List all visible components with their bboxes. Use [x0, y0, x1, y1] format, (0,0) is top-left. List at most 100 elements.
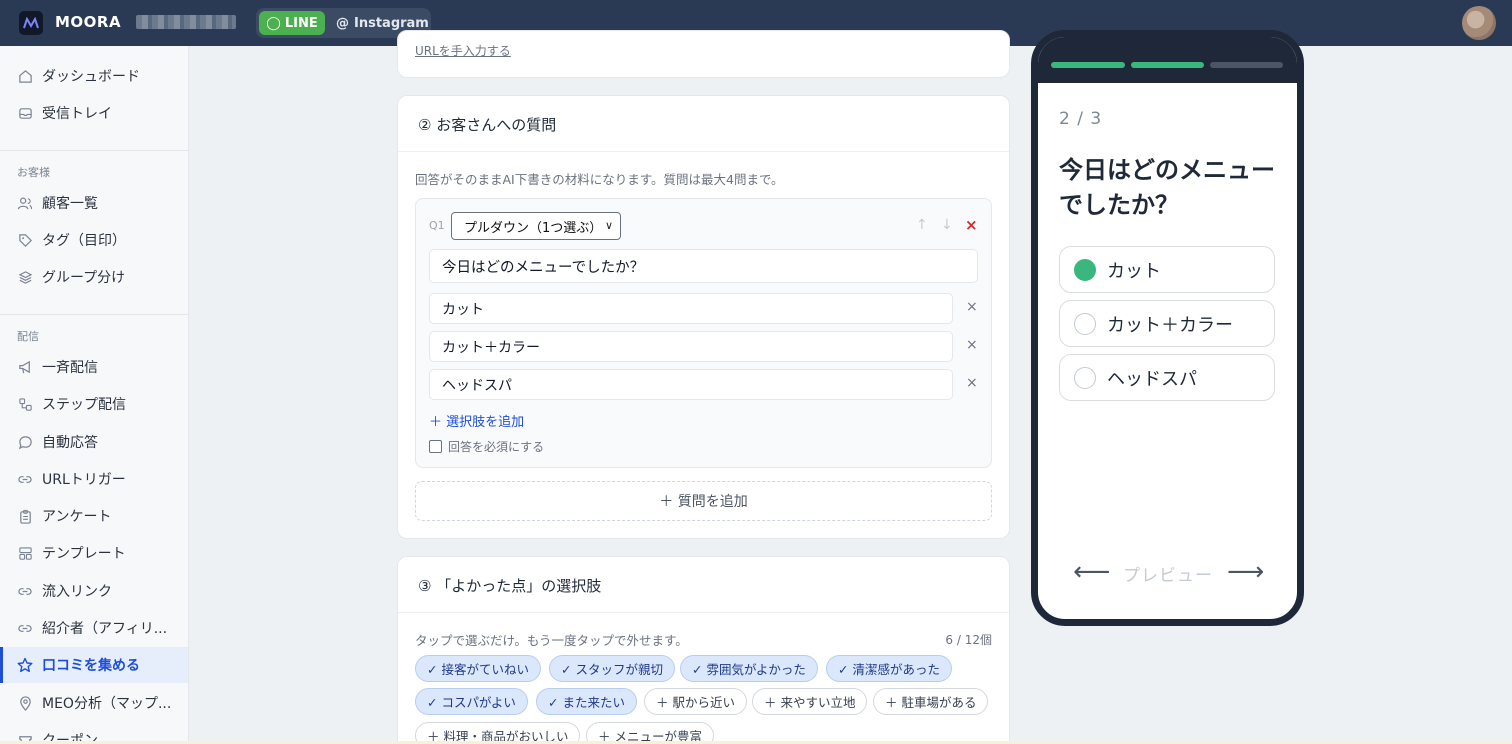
sidebar-item-label: 自動応答 [42, 435, 98, 451]
option-input[interactable]: カット [429, 293, 953, 324]
question-type-value: プルダウン（1つ選ぶ） [464, 220, 603, 236]
preview-option[interactable]: カット＋カラー [1059, 300, 1275, 347]
sidebar-item-label: 流入リンク [42, 584, 112, 600]
remove-option-icon[interactable]: × [966, 375, 978, 391]
chat-bubble-icon: ◯ [266, 15, 281, 31]
radio-empty-icon [1074, 312, 1096, 335]
required-checkbox[interactable] [429, 440, 442, 453]
good-point-chip[interactable]: ＋ 駐車場がある [873, 688, 989, 715]
sidebar-item-step-delivery[interactable]: ステップ配信 [0, 386, 188, 422]
users-icon [17, 195, 33, 211]
good-point-chip[interactable]: ✓ 清潔感があった [826, 655, 952, 682]
phone-preview: 2 / 3 今日はどのメニューでしたか？ カット カット＋カラー ヘッドスパ ⟵… [1031, 30, 1304, 626]
section-label-delivery: 配信 [17, 330, 39, 343]
tag-icon [17, 232, 33, 248]
preview-question: 今日はどのメニューでしたか？ [1059, 156, 1275, 219]
sidebar-item-auto-reply[interactable]: 自動応答 [0, 424, 188, 460]
sidebar-item-label: 紹介者（アフィリ... [42, 621, 168, 637]
radio-selected-icon [1074, 258, 1096, 281]
sidebar-item-template[interactable]: テンプレート [0, 535, 188, 571]
questions-hint: 回答がそのままAI下書きの材料になります。質問は最大4問まで。 [415, 172, 784, 187]
preview-label: プレビュー [1123, 566, 1213, 586]
preview-option-label: ヘッドスパ [1107, 368, 1197, 390]
sidebar-item-label: MEO分析（マップ... [42, 696, 172, 712]
sidebar-item-label: 顧客一覧 [42, 196, 98, 212]
sidebar-item-inflow-link[interactable]: 流入リンク [0, 573, 188, 609]
delete-question-icon[interactable]: × [965, 216, 978, 234]
sidebar-item-reviews[interactable]: 口コミを集める [0, 647, 188, 683]
sidebar-item-dashboard[interactable]: ダッシュボード [0, 58, 188, 94]
at-icon: @ [336, 15, 349, 31]
channel-line-button[interactable]: ◯ LINE [259, 11, 325, 35]
star-icon [17, 657, 33, 673]
sidebar-item-url-trigger[interactable]: URLトリガー [0, 461, 188, 497]
chevron-down-icon: ∨ [604, 219, 613, 232]
sidebar-item-customer-list[interactable]: 顧客一覧 [0, 185, 188, 221]
sidebar-item-groups[interactable]: グループ分け [0, 259, 188, 295]
option-input[interactable]: カット＋カラー [429, 331, 953, 362]
add-option-link[interactable]: ＋ 選択肢を追加 [429, 411, 524, 430]
card-divider [398, 151, 1009, 152]
sidebar: ダッシュボード 受信トレイ お客様 顧客一覧 タグ（目印） グループ分け 配信 … [0, 46, 189, 744]
add-question-button[interactable]: ＋ 質問を追加 [415, 481, 992, 521]
megaphone-icon [17, 359, 33, 375]
arrow-right-icon[interactable]: ⟶ [1227, 557, 1264, 587]
arrow-left-icon[interactable]: ⟵ [1073, 557, 1110, 587]
url-card: URLを手入力する [397, 30, 1010, 78]
progress-step-done [1131, 62, 1204, 68]
channel-instagram-label: Instagram [354, 15, 429, 31]
good-point-chip[interactable]: ＋ 駅から近い [644, 688, 747, 715]
option-input[interactable]: ヘッドスパ [429, 369, 953, 400]
home-icon [17, 68, 33, 84]
sidebar-item-affiliate[interactable]: 紹介者（アフィリ... [0, 610, 188, 646]
phone-status-area [1038, 37, 1297, 83]
pin-icon [17, 695, 33, 711]
good-point-chip[interactable]: ✓ 雰囲気がよかった [680, 655, 818, 682]
card-divider [398, 612, 1009, 613]
sidebar-item-label: 口コミを集める [42, 658, 140, 674]
link-icon [17, 471, 33, 487]
sidebar-item-broadcast[interactable]: 一斉配信 [0, 349, 188, 385]
sidebar-divider [0, 150, 188, 151]
good-point-chip[interactable]: ＋ 来やすい立地 [752, 688, 868, 715]
layers-icon [17, 269, 33, 285]
channel-line-label: LINE [284, 15, 318, 31]
good-point-chip[interactable]: ✓ スタッフが親切 [549, 655, 675, 682]
sidebar-item-survey[interactable]: アンケート [0, 498, 188, 534]
sidebar-item-tags[interactable]: タグ（目印） [0, 222, 188, 258]
steps-icon [17, 396, 33, 412]
manual-url-link[interactable]: URLを手入力する [415, 42, 511, 59]
sidebar-item-label: ステップ配信 [42, 397, 126, 413]
sidebar-item-label: URLトリガー [42, 472, 126, 488]
good-points-title: ③ 「よかった点」の選択肢 [418, 577, 602, 595]
good-point-chip[interactable]: ✓ コスパがよい [415, 688, 528, 715]
user-avatar[interactable] [1462, 6, 1496, 40]
question-type-select[interactable]: プルダウン（1つ選ぶ） ∨ [451, 212, 621, 240]
preview-option[interactable]: カット [1059, 246, 1275, 293]
clipboard-icon [17, 508, 33, 524]
sidebar-item-label: アンケート [42, 509, 112, 525]
preview-option-label: カット [1107, 260, 1161, 282]
sidebar-item-label: 一斉配信 [42, 360, 98, 376]
move-up-icon[interactable]: ↑ [916, 217, 928, 233]
question-number: Q1 [429, 219, 445, 232]
good-points-hint: タップで選ぶだけ。もう一度タップで外せます。 [415, 633, 688, 648]
logo-icon [23, 17, 39, 29]
sidebar-divider [0, 314, 188, 315]
chat-icon [17, 434, 33, 450]
required-toggle[interactable]: 回答を必須にする [429, 438, 544, 455]
sidebar-item-meo[interactable]: MEO分析（マップ... [0, 685, 188, 721]
good-point-chip[interactable]: ✓ 接客がていねい [415, 655, 541, 682]
remove-option-icon[interactable]: × [966, 299, 978, 315]
question-text-input[interactable]: 今日はどのメニューでしたか？ [429, 249, 978, 283]
sidebar-item-label: ダッシュボード [42, 69, 140, 85]
good-point-chip[interactable]: ✓ また来たい [536, 688, 637, 715]
preview-option-label: カット＋カラー [1107, 314, 1233, 336]
sidebar-item-inbox[interactable]: 受信トレイ [0, 95, 188, 131]
move-down-icon[interactable]: ↓ [941, 217, 953, 233]
app-logo[interactable] [19, 11, 43, 35]
remove-option-icon[interactable]: × [966, 337, 978, 353]
good-points-card: ③ 「よかった点」の選択肢 タップで選ぶだけ。もう一度タップで外せます。 6 /… [397, 556, 1010, 744]
sidebar-item-label: グループ分け [42, 270, 126, 286]
preview-option[interactable]: ヘッドスパ [1059, 354, 1275, 401]
